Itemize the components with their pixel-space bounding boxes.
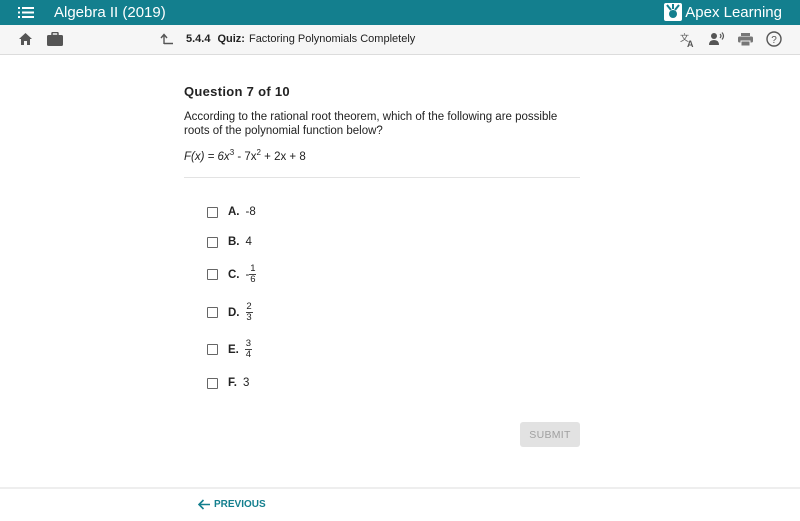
choice-label: B. (228, 236, 240, 248)
submit-button[interactable]: SUBMIT (520, 422, 580, 447)
print-icon[interactable] (738, 33, 753, 46)
fraction: 16 (249, 263, 257, 285)
checkbox[interactable] (207, 236, 218, 248)
translate-icon[interactable]: 文A (680, 32, 696, 48)
question-counter: Question 7 of 10 (184, 84, 290, 99)
apex-logo-icon (664, 3, 683, 21)
denominator: 3 (246, 312, 252, 323)
numerator: 1 (250, 263, 256, 274)
numerator: 3 (245, 338, 252, 349)
svg-text:A: A (687, 39, 694, 48)
brand-logo: Apex Learning (664, 3, 782, 21)
choice-value: -8 (245, 206, 256, 218)
footer-nav: PREVIOUS (0, 487, 800, 521)
activity-type: Quiz: (217, 33, 245, 45)
choice-label: C. (228, 268, 240, 281)
lesson-toolbar: 5.4.4 Quiz: Factoring Polynomials Comple… (0, 25, 800, 55)
previous-button[interactable]: PREVIOUS (198, 499, 266, 510)
choice-f[interactable]: F. 3 (207, 377, 249, 389)
choice-label: D. (228, 306, 240, 319)
numerator: 2 (246, 301, 252, 312)
fraction: 23 (245, 301, 253, 323)
choice-d[interactable]: D. 23 (207, 302, 253, 323)
brand-name: Apex Learning (685, 3, 782, 21)
formula-rhs: + 2x + 8 (260, 150, 306, 163)
divider (184, 176, 580, 178)
question-prompt: According to the rational root theorem, … (184, 111, 558, 137)
checkbox[interactable] (207, 307, 218, 318)
breadcrumb: 5.4.4 Quiz: Factoring Polynomials Comple… (160, 33, 415, 45)
choice-e[interactable]: E. 34 (207, 339, 252, 360)
polynomial-formula: F(x) = 6x3 - 7x2 + 2x + 8 (184, 148, 580, 163)
fraction: 34 (244, 338, 252, 360)
text-to-speech-icon[interactable] (709, 32, 725, 46)
choice-label: E. (228, 343, 239, 356)
menu-icon[interactable] (18, 6, 34, 19)
choice-label: F. (228, 377, 237, 389)
top-bar: Algebra II (2019) Apex Learning (0, 0, 800, 25)
question-panel: Question 7 of 10 According to the ration… (184, 84, 580, 178)
denominator: 6 (250, 274, 256, 285)
formula-lhs: F(x) = 6x (184, 150, 230, 163)
lesson-number: 5.4.4 (186, 33, 211, 45)
denominator: 4 (245, 349, 252, 360)
choice-c[interactable]: C. - 16 (207, 263, 257, 285)
choice-label: A. (228, 206, 240, 218)
checkbox[interactable] (207, 269, 218, 280)
help-icon[interactable]: ? (766, 31, 782, 47)
choice-value: 4 (245, 236, 252, 248)
arrow-left-icon (198, 499, 210, 510)
briefcase-icon[interactable] (47, 32, 63, 46)
formula-mid: - 7x (234, 150, 257, 163)
choice-a[interactable]: A. -8 (207, 206, 256, 218)
checkbox[interactable] (207, 377, 218, 389)
course-title: Algebra II (2019) (54, 4, 166, 21)
checkbox[interactable] (207, 206, 218, 218)
svg-text:?: ? (771, 35, 777, 46)
choice-b[interactable]: B. 4 (207, 236, 252, 248)
choice-value: 3 (242, 377, 250, 389)
activity-title: Factoring Polynomials Completely (248, 33, 416, 45)
home-icon[interactable] (18, 32, 33, 46)
up-arrow-icon[interactable] (160, 33, 174, 45)
checkbox[interactable] (207, 344, 218, 355)
previous-label: PREVIOUS (214, 499, 266, 510)
